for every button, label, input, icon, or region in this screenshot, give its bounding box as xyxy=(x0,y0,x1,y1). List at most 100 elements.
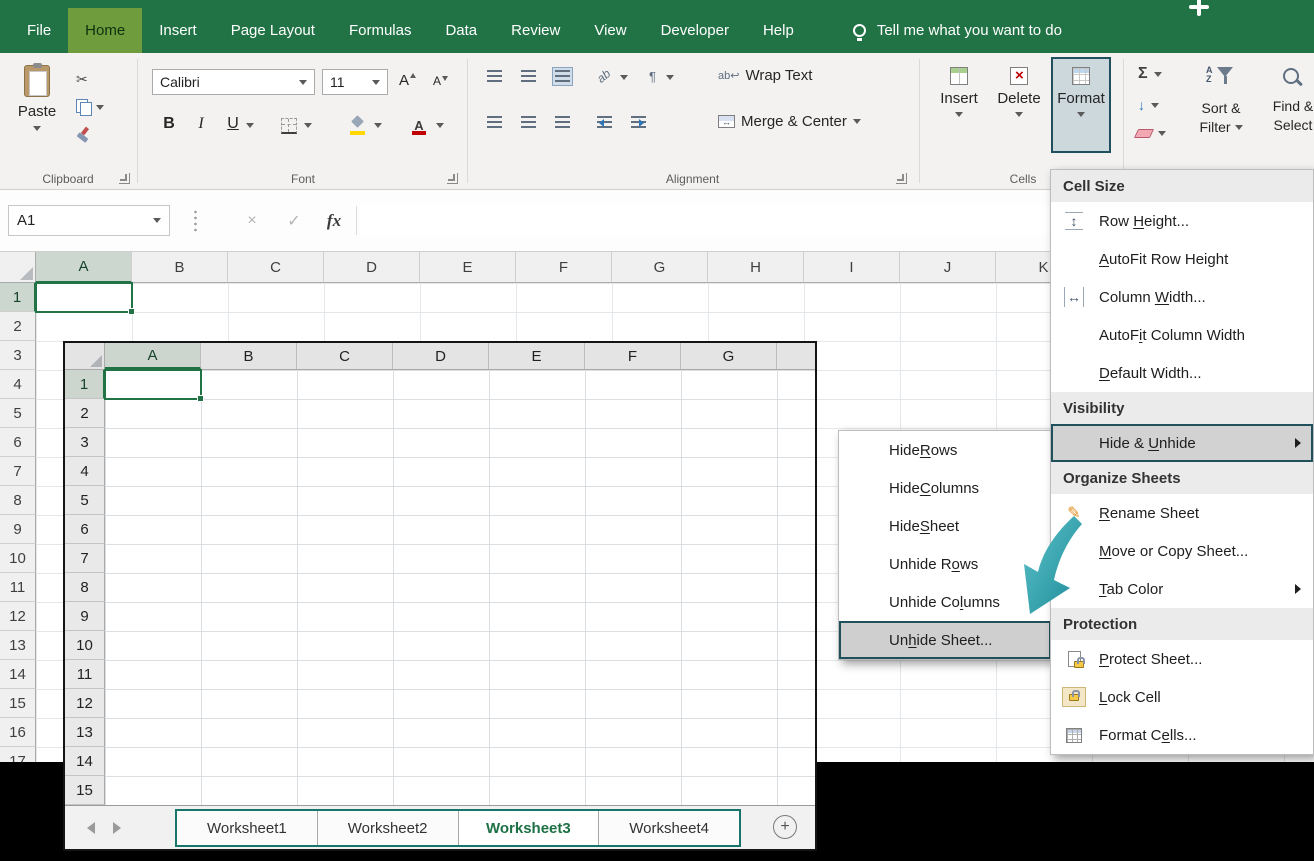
menu-item-row-height[interactable]: ↕ Row Height... xyxy=(1051,202,1313,240)
font-size-combo[interactable]: 11 xyxy=(322,69,388,95)
autosum-button[interactable]: Σ xyxy=(1138,65,1162,83)
copy-button[interactable] xyxy=(76,95,104,119)
submenu-item-unhide-sheet[interactable]: Unhide Sheet... xyxy=(839,621,1051,659)
row-header[interactable]: 10 xyxy=(0,544,36,573)
tab-insert[interactable]: Insert xyxy=(142,8,214,53)
menu-item-column-width[interactable]: ↔ Column Width... xyxy=(1051,278,1313,316)
formula-enter-button[interactable]: ✓ xyxy=(278,205,310,236)
orientation-button[interactable]: ab xyxy=(594,66,613,86)
decrease-font-size-button[interactable]: A xyxy=(430,71,444,91)
column-header[interactable]: E xyxy=(420,252,516,283)
tab-formulas[interactable]: Formulas xyxy=(332,8,429,53)
column-header[interactable]: B xyxy=(132,252,228,283)
text-direction-button[interactable]: ¶ xyxy=(646,66,659,87)
row-header[interactable]: 2 xyxy=(0,312,36,341)
row-header[interactable]: 15 xyxy=(0,689,36,718)
menu-item-autofit-column-width[interactable]: AutoFit Column Width xyxy=(1051,316,1313,354)
paste-button[interactable]: Paste xyxy=(8,59,66,163)
menu-item-tab-color[interactable]: Tab Color xyxy=(1051,570,1313,608)
format-painter-button[interactable] xyxy=(76,123,91,147)
fill-color-button[interactable] xyxy=(346,114,370,138)
column-header[interactable]: J xyxy=(900,252,996,283)
font-color-button[interactable] xyxy=(408,114,430,138)
alignment-dialog-launcher[interactable] xyxy=(896,173,907,184)
row-header[interactable]: 6 xyxy=(0,428,36,457)
tab-page-layout[interactable]: Page Layout xyxy=(214,8,332,53)
delete-cells-button[interactable]: Delete xyxy=(989,57,1049,153)
chevron-down-icon[interactable] xyxy=(620,75,628,80)
align-left-button[interactable] xyxy=(484,113,505,132)
row-header[interactable]: 17 xyxy=(0,747,36,762)
name-box[interactable]: A1 xyxy=(8,205,170,236)
column-header[interactable]: A xyxy=(36,252,132,283)
drag-handle-dots-icon[interactable] xyxy=(194,209,197,233)
decrease-indent-button[interactable] xyxy=(594,113,615,132)
row-header[interactable]: 11 xyxy=(0,573,36,602)
wrap-text-button[interactable]: ab↩ Wrap Text xyxy=(718,67,812,84)
font-name-combo[interactable]: Calibri xyxy=(152,69,315,95)
submenu-item-hide-columns[interactable]: Hide Columns xyxy=(839,469,1051,507)
column-header[interactable]: H xyxy=(708,252,804,283)
tab-home[interactable]: Home xyxy=(68,8,142,53)
menu-item-default-width[interactable]: Default Width... xyxy=(1051,354,1313,392)
menu-item-autofit-row-height[interactable]: AutoFit Row Height xyxy=(1051,240,1313,278)
chevron-down-icon[interactable] xyxy=(304,123,312,128)
formula-cancel-button[interactable]: × xyxy=(236,205,268,236)
menu-item-move-or-copy-sheet[interactable]: Move or Copy Sheet... xyxy=(1051,532,1313,570)
row-header[interactable]: 4 xyxy=(0,370,36,399)
row-header[interactable]: 1 xyxy=(0,283,36,312)
submenu-item-hide-rows[interactable]: Hide Rows xyxy=(839,431,1051,469)
column-header[interactable]: I xyxy=(804,252,900,283)
clipboard-dialog-launcher[interactable] xyxy=(119,173,130,184)
menu-item-hide-unhide[interactable]: Hide & Unhide xyxy=(1051,424,1313,462)
cut-button[interactable]: ✂ xyxy=(76,67,88,91)
sort-filter-button[interactable]: AZ Sort & Filter xyxy=(1188,59,1254,163)
row-header[interactable]: 3 xyxy=(0,341,36,370)
annotation-arrow[interactable] xyxy=(1008,512,1086,620)
insert-cells-button[interactable]: Insert xyxy=(929,57,989,153)
chevron-down-icon[interactable] xyxy=(374,123,382,128)
font-dialog-launcher[interactable] xyxy=(447,173,458,184)
row-header[interactable]: 13 xyxy=(0,631,36,660)
menu-item-lock-cell[interactable]: Lock Cell xyxy=(1051,678,1313,716)
tab-review[interactable]: Review xyxy=(494,8,577,53)
fill-button[interactable]: ↓ xyxy=(1138,97,1159,113)
row-header[interactable]: 9 xyxy=(0,515,36,544)
row-header[interactable]: 14 xyxy=(0,660,36,689)
column-header[interactable]: F xyxy=(516,252,612,283)
tab-view[interactable]: View xyxy=(577,8,643,53)
tab-data[interactable]: Data xyxy=(428,8,494,53)
clear-button[interactable] xyxy=(1136,129,1166,138)
row-header[interactable]: 16 xyxy=(0,718,36,747)
chevron-down-icon[interactable] xyxy=(666,75,674,80)
menu-item-rename-sheet[interactable]: ✎ Rename Sheet xyxy=(1051,494,1313,532)
align-right-button[interactable] xyxy=(552,113,573,132)
column-header[interactable]: D xyxy=(324,252,420,283)
column-header[interactable]: C xyxy=(228,252,324,283)
column-header[interactable]: G xyxy=(612,252,708,283)
row-header[interactable]: 8 xyxy=(0,486,36,515)
menu-item-protect-sheet[interactable]: Protect Sheet... xyxy=(1051,640,1313,678)
increase-indent-button[interactable] xyxy=(628,113,649,132)
row-header[interactable]: 7 xyxy=(0,457,36,486)
tellme-search[interactable]: Tell me what you want to do xyxy=(853,8,1062,53)
row-header[interactable]: 5 xyxy=(0,399,36,428)
align-middle-button[interactable] xyxy=(518,67,539,86)
inset-screenshot-image[interactable]: ABCDEFG 123456789101112131415 Worksheet1… xyxy=(63,341,817,851)
chevron-down-icon[interactable] xyxy=(246,123,254,128)
align-center-button[interactable] xyxy=(518,113,539,132)
insert-function-button[interactable]: fx xyxy=(318,205,350,236)
italic-button[interactable]: I xyxy=(190,115,212,133)
tab-developer[interactable]: Developer xyxy=(644,8,746,53)
align-top-button[interactable] xyxy=(484,67,505,86)
merge-center-button[interactable]: Merge & Center xyxy=(718,113,861,130)
align-bottom-button[interactable] xyxy=(552,67,573,86)
menu-item-format-cells[interactable]: Format Cells... xyxy=(1051,716,1313,754)
find-select-button[interactable]: Find & Select xyxy=(1260,59,1314,163)
underline-button[interactable]: U xyxy=(222,115,244,133)
select-all-corner[interactable] xyxy=(0,252,36,283)
format-button[interactable]: Format xyxy=(1051,57,1111,153)
fill-handle[interactable] xyxy=(128,308,135,315)
tab-file[interactable]: File xyxy=(10,8,68,53)
increase-font-size-button[interactable]: A xyxy=(396,69,412,92)
